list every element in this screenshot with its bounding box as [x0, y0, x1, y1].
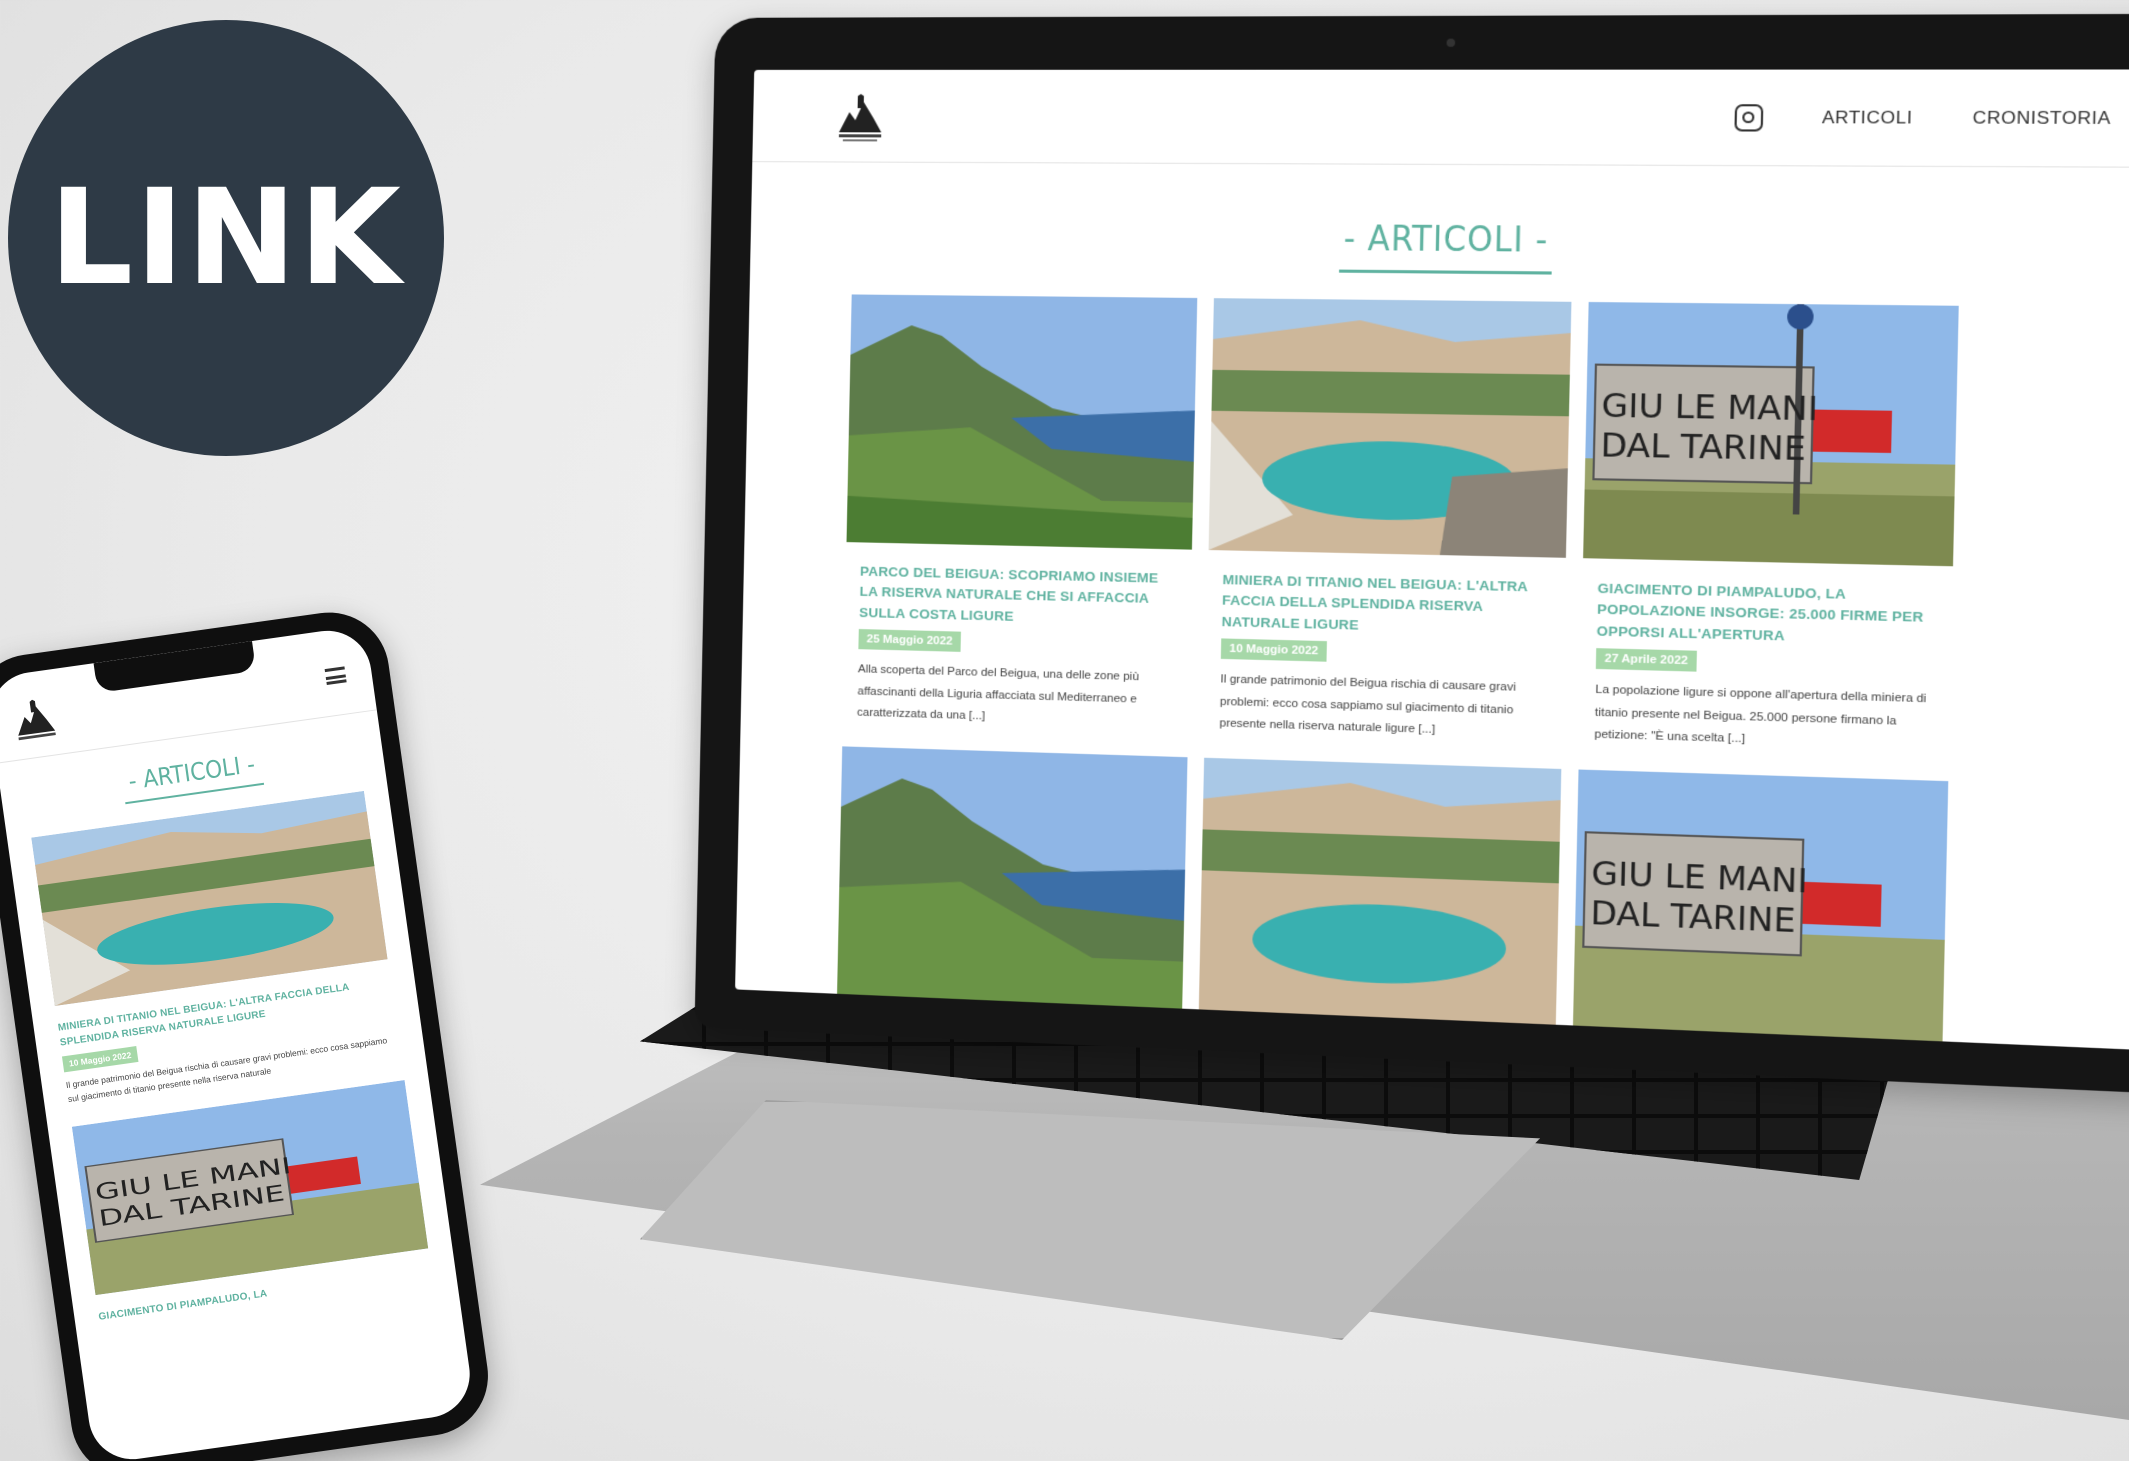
- article-excerpt: La popolazione ligure si oppone all'aper…: [1594, 683, 1927, 746]
- articles-grid: PARCO DEL BEIGUA: SCOPRIAMO INSIEME LA R…: [837, 294, 2129, 1051]
- article-image-mountain[interactable]: [846, 294, 1198, 550]
- article-card[interactable]: MINIERA DI TITANIO NEL BEIGUA: L'ALTRA F…: [1205, 298, 1572, 746]
- hamburger-menu-icon[interactable]: [324, 666, 347, 686]
- article-image-protest-sign[interactable]: GIU LE MANI DAL TARINE: [1583, 301, 1959, 567]
- article-date: 27 Aprile 2022: [1595, 647, 1697, 672]
- article-image-protest-sign[interactable]: GIU LE MANI DAL TARINE: [1572, 769, 1949, 1042]
- article-card[interactable]: GIU LE MANI DAL TARINE GIACIMENTO DI PIA…: [1579, 301, 1959, 758]
- sign-text-line-2: DAL TARINE: [1590, 893, 1796, 941]
- nav-cronistoria[interactable]: CRONISTORIA: [1972, 107, 2111, 129]
- site-header: ARTICOLI CRONISTORIA: [752, 69, 2129, 168]
- page-title: - ARTICOLI -: [1343, 218, 1549, 262]
- camera: [1446, 38, 1456, 47]
- article-date: 10 Maggio 2022: [1220, 638, 1327, 662]
- sign-text-line-1: GIU LE MANI: [1601, 385, 1818, 428]
- article-excerpt: Il grande patrimonio del Beigua rischia …: [1219, 672, 1517, 737]
- site-logo[interactable]: [833, 88, 889, 147]
- article-card[interactable]: GIU LE MANI DAL TARINE GIACIMENTO DI PIA…: [71, 1079, 433, 1325]
- laptop: ARTICOLI CRONISTORIA - ARTICOLI - PARCO …: [694, 13, 2129, 1096]
- instagram-icon[interactable]: [1734, 103, 1764, 132]
- article-title[interactable]: MINIERA DI TITANIO NEL BEIGUA: L'ALTRA F…: [1221, 570, 1550, 641]
- phone: - ARTICOLI - MINIERA DI TITANIO NEL BEIG…: [0, 604, 496, 1461]
- link-badge[interactable]: LINK: [8, 20, 444, 456]
- article-card[interactable]: MINIERA DI TITANIO NEL BEIGUA: L'ALTRA F…: [31, 790, 402, 1107]
- article-card[interactable]: PARCO DEL BEIGUA: SCOPRIAMO INSIEME LA R…: [843, 294, 1198, 735]
- laptop-screen: ARTICOLI CRONISTORIA - ARTICOLI - PARCO …: [735, 69, 2129, 1052]
- article-excerpt: Alla scoperta del Parco del Beigua, una …: [856, 662, 1140, 723]
- nav-articoli[interactable]: ARTICOLI: [1822, 107, 1913, 128]
- article-image-quarry[interactable]: [1198, 758, 1562, 1026]
- article-image-mountain[interactable]: [837, 746, 1188, 1009]
- article-title[interactable]: PARCO DEL BEIGUA: SCOPRIAMO INSIEME LA R…: [859, 562, 1177, 631]
- article-image-protest-sign[interactable]: GIU LE MANI DAL TARINE: [71, 1079, 429, 1296]
- article-image-quarry[interactable]: [1208, 298, 1572, 558]
- sign-text-line-2: DAL TARINE: [1600, 425, 1806, 468]
- article-title[interactable]: GIACIMENTO DI PIAMPALUDO, LA POPOLAZIONE…: [1596, 578, 1937, 650]
- phone-screen: - ARTICOLI - MINIERA DI TITANIO NEL BEIG…: [0, 625, 476, 1461]
- article-date: 10 Maggio 2022: [61, 1046, 139, 1073]
- link-badge-label: LINK: [49, 161, 403, 315]
- heading-underline: [1339, 269, 1552, 275]
- site-logo[interactable]: [7, 691, 62, 749]
- article-date: 25 Maggio 2022: [858, 628, 961, 652]
- article-image-quarry[interactable]: [31, 790, 388, 1006]
